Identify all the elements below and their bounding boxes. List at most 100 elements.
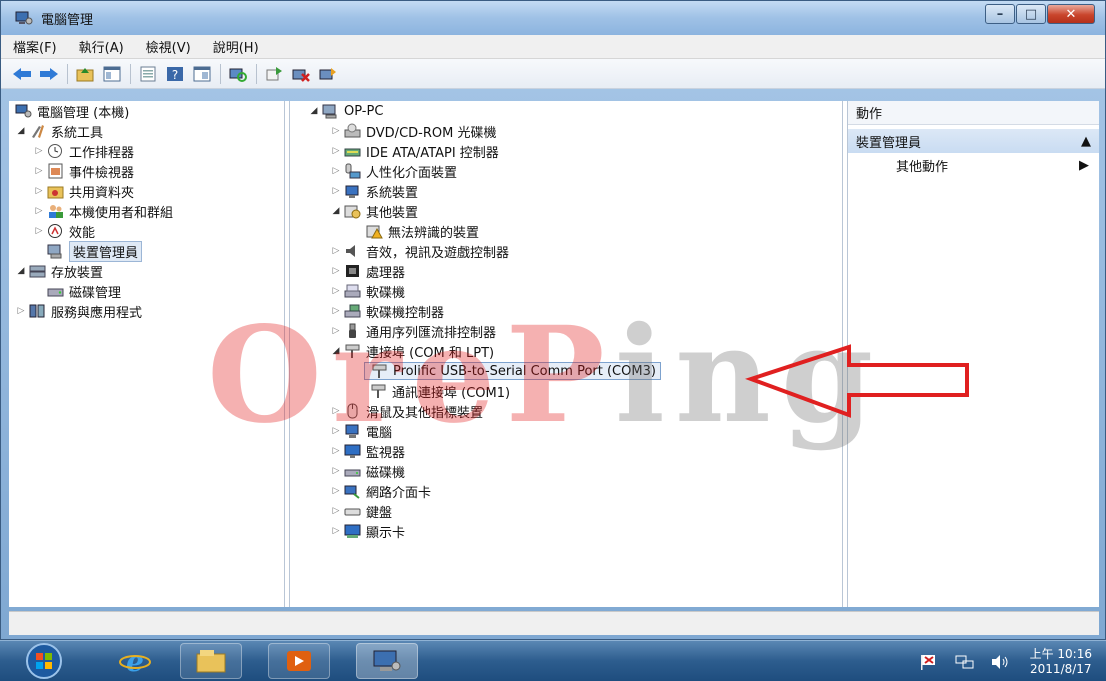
collapsed-arrow-icon[interactable]: ▷ (330, 446, 342, 456)
tree-item-monitors[interactable]: ▷ 監視器 (290, 441, 842, 461)
collapsed-arrow-icon[interactable]: ▷ (330, 246, 342, 256)
tree-item-shared-folders[interactable]: ▷ 共用資料夾 (9, 181, 284, 201)
collapsed-arrow-icon[interactable]: ▷ (33, 186, 45, 196)
forward-arrow-icon[interactable] (38, 64, 60, 84)
tree-item-performance[interactable]: ▷ 效能 (9, 221, 284, 241)
start-orb-icon[interactable] (14, 642, 74, 680)
tree-item-usb-controllers[interactable]: ▷ 通用序列匯流排控制器 (290, 321, 842, 341)
computer-icon (322, 104, 337, 119)
menu-help[interactable]: 說明(H) (213, 37, 259, 56)
users-icon (49, 205, 63, 218)
hid-icon (345, 163, 361, 179)
tree-item-event-viewer[interactable]: ▷ 事件檢視器 (9, 161, 284, 181)
collapsed-arrow-icon[interactable]: ▷ (15, 306, 27, 316)
tree-item-task-scheduler[interactable]: ▷ 工作排程器 (9, 141, 284, 161)
collapsed-arrow-icon[interactable]: ▷ (330, 486, 342, 496)
expanded-arrow-icon[interactable]: ◢ (15, 266, 27, 276)
tree-item-hid[interactable]: ▷ 人性化介面裝置 (290, 161, 842, 181)
properties-icon[interactable] (137, 64, 159, 84)
media-player-icon[interactable] (268, 643, 330, 679)
collapsed-arrow-icon[interactable]: ▷ (330, 146, 342, 156)
show-hide-tree-icon[interactable] (101, 64, 123, 84)
explorer-folder-icon[interactable] (180, 643, 242, 679)
tree-item-computer-management[interactable]: 電腦管理 (本機) (9, 101, 284, 121)
disable-device-icon[interactable] (290, 64, 312, 84)
window-controls: – □ ✕ (984, 4, 1095, 24)
tree-item-other-devices[interactable]: ◢ 其他裝置 (290, 201, 842, 221)
display-adapter-icon (344, 524, 361, 538)
tree-item-label: DVD/CD-ROM 光碟機 (366, 125, 497, 141)
menu-file[interactable]: 檔案(F) (13, 37, 57, 56)
tree-item-sound[interactable]: ▷ 音效，視訊及遊戲控制器 (290, 241, 842, 261)
collapsed-arrow-icon[interactable]: ▷ (330, 286, 342, 296)
computer-management-task-icon[interactable] (356, 643, 418, 679)
svg-text:e: e (126, 646, 144, 676)
expanded-arrow-icon[interactable]: ◢ (308, 106, 320, 116)
tree-item-label: 共用資料夾 (69, 185, 135, 201)
tree-item-processors[interactable]: ▷ 處理器 (290, 261, 842, 281)
close-icon[interactable]: ✕ (1047, 4, 1095, 24)
collapsed-arrow-icon[interactable]: ▷ (33, 206, 45, 216)
internet-explorer-icon[interactable]: e (104, 643, 166, 679)
collapsed-arrow-icon[interactable]: ▷ (330, 126, 342, 136)
collapsed-arrow-icon[interactable]: ▷ (330, 526, 342, 536)
expanded-arrow-icon[interactable]: ◢ (330, 346, 342, 356)
up-folder-icon[interactable] (74, 64, 96, 84)
minimize-icon[interactable]: – (985, 4, 1015, 24)
collapsed-arrow-icon[interactable]: ▷ (33, 146, 45, 156)
port-connector-icon (372, 364, 387, 378)
tree-item-network[interactable]: ▷ 網路介面卡 (290, 481, 842, 501)
console-icon[interactable] (191, 64, 213, 84)
action-center-flag-icon[interactable] (918, 653, 940, 671)
tree-item-disk[interactable]: ▷ 磁碟機 (290, 461, 842, 481)
tree-item-label: 人性化介面裝置 (366, 165, 458, 181)
tree-item-disk-management[interactable]: 磁碟管理 (9, 281, 284, 301)
collapsed-arrow-icon[interactable]: ▷ (330, 266, 342, 276)
title-bar[interactable]: 電腦管理 – □ ✕ (1, 1, 1105, 35)
svg-text:?: ? (172, 68, 178, 82)
expanded-arrow-icon[interactable]: ◢ (15, 126, 27, 136)
console-tree: 電腦管理 (本機) ◢ 系統工具 ▷ 工作排程器 ▷ 事件檢視器 ▷ 共用資料夾 (9, 101, 285, 607)
collapsed-arrow-icon[interactable]: ▷ (33, 226, 45, 236)
tree-item-keyboards[interactable]: ▷ 鍵盤 (290, 501, 842, 521)
tree-item-device-manager[interactable]: 裝置管理員 (9, 240, 284, 262)
tree-item-services-apps[interactable]: ▷ 服務與應用程式 (9, 301, 284, 321)
scan-hardware-icon[interactable] (227, 64, 249, 84)
tree-item-label: 無法辨識的裝置 (388, 225, 480, 241)
collapsed-arrow-icon[interactable]: ▷ (330, 406, 342, 416)
tree-item-disk-drives[interactable]: ▷ 軟碟機 (290, 281, 842, 301)
network-tray-icon[interactable] (954, 653, 976, 671)
tree-item-system-devices[interactable]: ▷ 系統裝置 (290, 181, 842, 201)
maximize-icon[interactable]: □ (1016, 4, 1046, 24)
actions-section-device-manager[interactable]: 裝置管理員 ▲ (848, 129, 1099, 153)
menu-action[interactable]: 執行(A) (79, 37, 124, 56)
tree-item-dvd[interactable]: ▷ DVD/CD-ROM 光碟機 (290, 121, 842, 141)
menu-view[interactable]: 檢視(V) (146, 37, 191, 56)
collapsed-arrow-icon[interactable]: ▷ (330, 326, 342, 336)
help-icon[interactable]: ? (164, 64, 186, 84)
collapsed-arrow-icon[interactable]: ▷ (33, 166, 45, 176)
more-actions-item[interactable]: 其他動作 ▶ (848, 153, 1099, 177)
collapsed-arrow-icon[interactable]: ▷ (330, 166, 342, 176)
collapsed-arrow-icon[interactable]: ▷ (330, 466, 342, 476)
tree-item-ide[interactable]: ▷ IDE ATA/ATAPI 控制器 (290, 141, 842, 161)
collapsed-arrow-icon[interactable]: ▷ (330, 426, 342, 436)
expanded-arrow-icon[interactable]: ◢ (330, 206, 342, 216)
tree-item-computer[interactable]: ◢ OP-PC (290, 101, 842, 121)
collapsed-arrow-icon[interactable]: ▷ (330, 186, 342, 196)
collapse-up-icon[interactable]: ▲ (1081, 134, 1091, 149)
update-driver-icon[interactable] (263, 64, 285, 84)
tree-item-display[interactable]: ▷ 顯示卡 (290, 521, 842, 541)
clock-date: 2011/8/17 (1030, 661, 1092, 676)
tree-item-local-users[interactable]: ▷ 本機使用者和群組 (9, 201, 284, 221)
back-arrow-icon[interactable] (11, 64, 33, 84)
tree-item-unknown-device[interactable]: 無法辨識的裝置 (290, 221, 842, 241)
volume-icon[interactable] (990, 653, 1012, 671)
collapsed-arrow-icon[interactable]: ▷ (330, 506, 342, 516)
collapsed-arrow-icon[interactable]: ▷ (330, 306, 342, 316)
uninstall-device-icon[interactable] (317, 64, 339, 84)
tree-item-system-tools[interactable]: ◢ 系統工具 (9, 121, 284, 141)
tree-item-floppy-controllers[interactable]: ▷ 軟碟機控制器 (290, 301, 842, 321)
clock[interactable]: 上午 10:16 2011/8/17 (1030, 647, 1092, 677)
tree-item-storage[interactable]: ◢ 存放裝置 (9, 261, 284, 281)
